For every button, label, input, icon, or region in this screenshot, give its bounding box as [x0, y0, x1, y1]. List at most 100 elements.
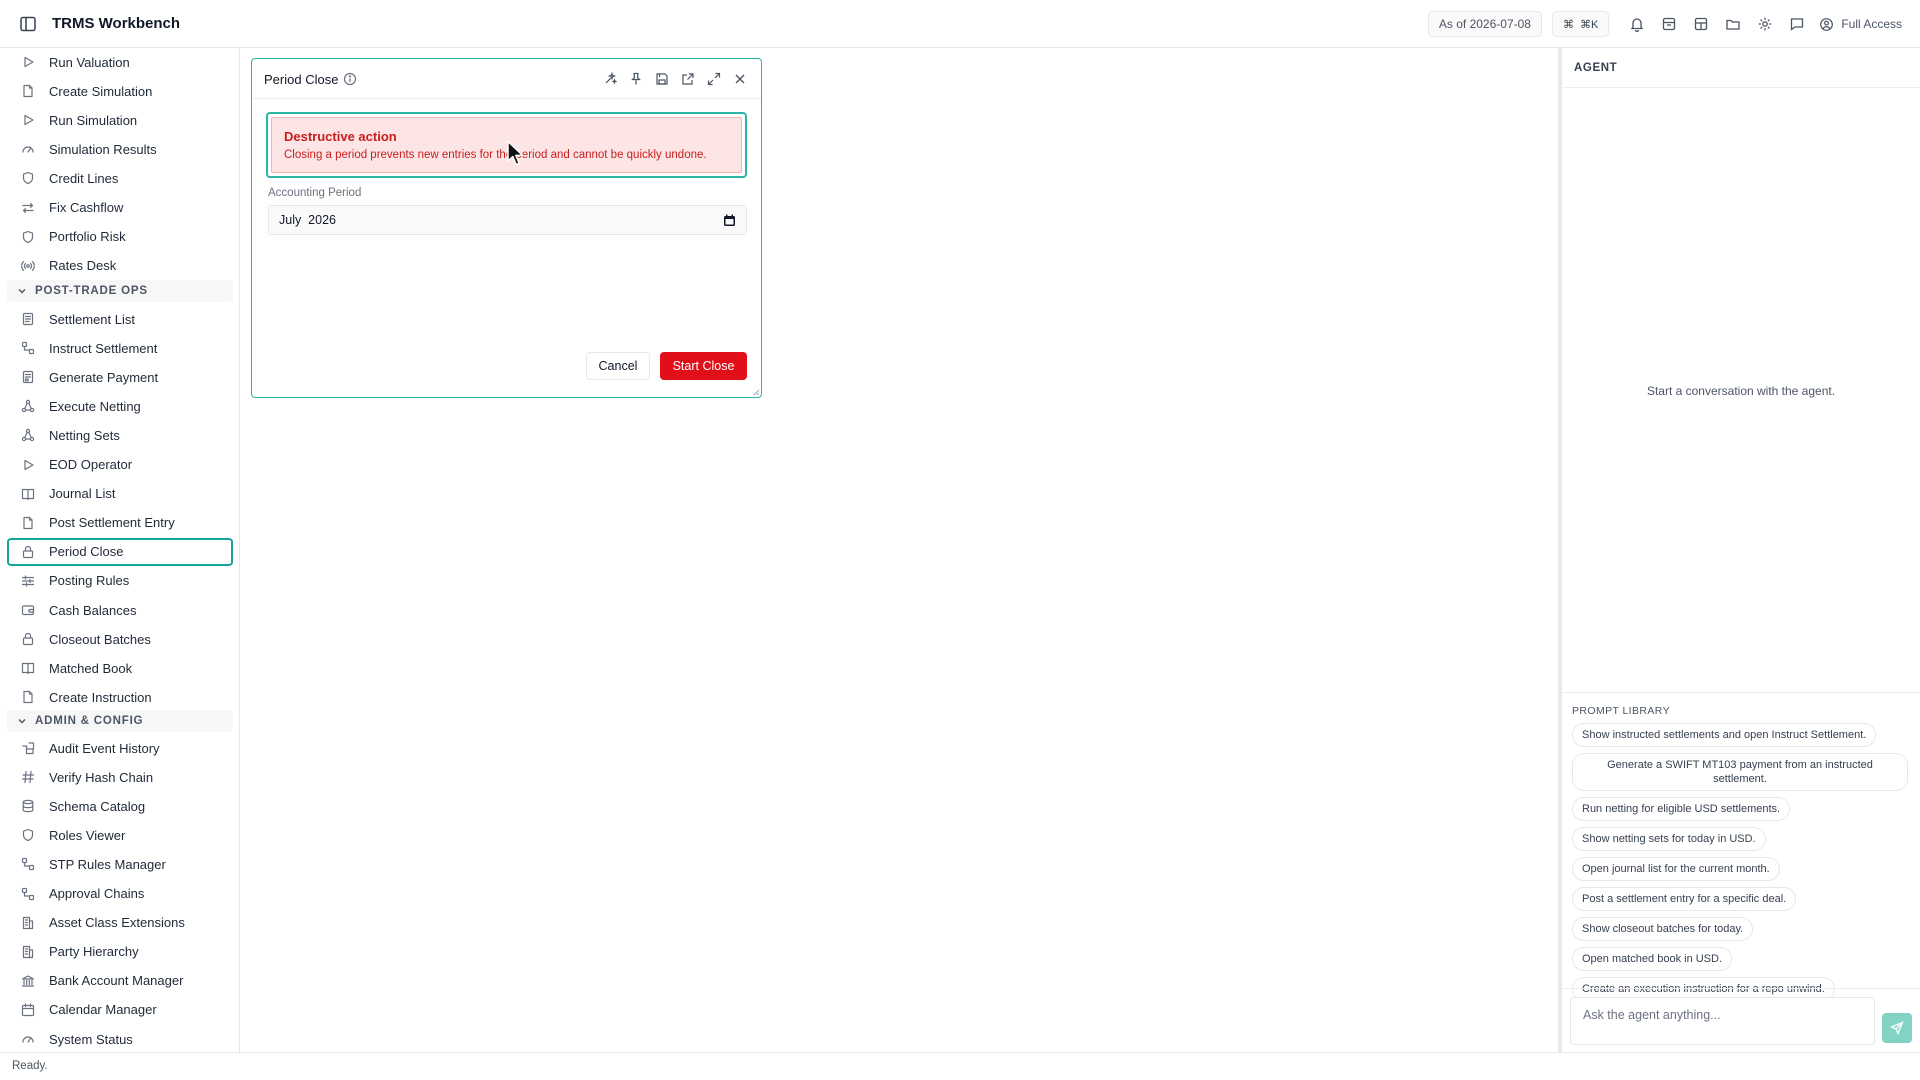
pin-icon[interactable] [623, 69, 649, 89]
info-icon[interactable] [343, 72, 357, 86]
agent-message-input[interactable] [1570, 997, 1875, 1045]
sidebar-item-label: Credit Lines [49, 170, 119, 186]
play-icon [21, 55, 35, 69]
sidebar-item-instruct-settlement[interactable]: Instruct Settlement [7, 334, 233, 362]
sidebar-item-execute-netting[interactable]: Execute Netting [7, 392, 233, 420]
send-icon [1890, 1021, 1904, 1035]
folder-icon[interactable] [1717, 11, 1749, 37]
section-post-trade-ops[interactable]: POST-TRADE OPS [7, 280, 233, 302]
sidebar-nav: Run Valuation Create Simulation Run Simula… [0, 48, 240, 1052]
sidebar-item-label: EOD Operator [49, 457, 133, 472]
sidebar-item-create-instruction[interactable]: Create Instruction [7, 683, 233, 711]
cancel-button[interactable]: Cancel [586, 352, 650, 380]
sidebar-item-run-valuation[interactable]: Run Valuation [7, 48, 233, 76]
shield-icon [21, 171, 35, 185]
sidebar-item-label: Party Hierarchy [49, 944, 139, 960]
sidebar-item-asset-class-extensions[interactable]: Asset Class Extensions [7, 909, 233, 937]
sidebar-item-run-simulation[interactable]: Run Simulation [7, 106, 233, 134]
send-button[interactable] [1882, 1013, 1912, 1043]
database-icon [21, 799, 35, 813]
resize-grip-icon[interactable] [752, 388, 760, 396]
sidebar-item-stp-rules-manager[interactable]: STP Rules Manager [7, 850, 233, 878]
sidebar-item-cash-balances[interactable]: Cash Balances [7, 596, 233, 624]
maximize-icon[interactable] [701, 69, 727, 89]
sidebar-item-closeout-batches[interactable]: Closeout Batches [7, 625, 233, 653]
sparkle-icon[interactable] [597, 69, 623, 89]
archive-icon[interactable] [1653, 11, 1685, 37]
section-label: ADMIN & CONFIG [35, 715, 144, 727]
sidebar-item-settlement-list[interactable]: Settlement List [7, 305, 233, 333]
sidebar-toggle-icon[interactable] [18, 14, 38, 34]
agent-header: AGENT [1562, 48, 1920, 88]
external-link-icon[interactable] [675, 69, 701, 89]
gear-icon[interactable] [1749, 11, 1781, 37]
list-icon [21, 312, 35, 326]
prompt-chip[interactable]: Run netting for eligible USD settlements… [1572, 797, 1791, 821]
sidebar-item-label: Create Simulation [49, 83, 153, 99]
save-icon[interactable] [649, 69, 675, 89]
sidebar-item-calendar-manager[interactable]: Calendar Manager [7, 996, 233, 1024]
sidebar-item-system-status[interactable]: System Status [7, 1025, 233, 1052]
close-icon[interactable] [727, 69, 753, 89]
gauge-icon [21, 142, 35, 156]
dialog-header[interactable]: Period Close [252, 59, 761, 99]
command-palette-button[interactable]: ⌘ ⌘K [1551, 11, 1610, 37]
sidebar-item-audit-event-history[interactable]: Audit Event History [7, 734, 233, 762]
shortcut-label: ⌘K [1579, 18, 1599, 31]
building-icon [21, 916, 35, 930]
accounting-period-input[interactable]: July 2026 [268, 205, 747, 235]
sidebar-item-rates-desk[interactable]: Rates Desk [7, 252, 233, 280]
sidebar-item-label: Bank Account Manager [49, 973, 184, 989]
prompt-chip[interactable]: Show closeout batches for today. [1572, 917, 1754, 941]
sidebar-item-fix-cashflow[interactable]: Fix Cashflow [7, 194, 233, 222]
sidebar-item-roles-viewer[interactable]: Roles Viewer [7, 821, 233, 849]
sidebar-item-verify-hash-chain[interactable]: Verify Hash Chain [7, 763, 233, 791]
prompt-chip[interactable]: Post a settlement entry for a specific d… [1572, 887, 1797, 911]
prompt-chip[interactable]: Open journal list for the current month. [1572, 857, 1780, 881]
user-circle-icon [1820, 17, 1834, 31]
sidebar-item-approval-chains[interactable]: Approval Chains [7, 880, 233, 908]
access-level-label: Full Access [1841, 17, 1902, 31]
layout-icon[interactable] [1685, 11, 1717, 37]
prompt-chip[interactable]: Show netting sets for today in USD. [1572, 827, 1766, 851]
sidebar-item-credit-lines[interactable]: Credit Lines [7, 164, 233, 192]
sidebar-item-period-close[interactable]: Period Close [7, 537, 233, 566]
start-close-button[interactable]: Start Close [660, 352, 747, 380]
prompt-chip[interactable]: Show instructed settlements and open Ins… [1572, 723, 1877, 747]
sidebar-item-label: Posting Rules [49, 573, 130, 589]
sidebar-item-generate-payment[interactable]: Generate Payment [7, 363, 233, 391]
calendar-icon[interactable] [723, 214, 736, 227]
sidebar-item-label: Calendar Manager [49, 1002, 157, 1018]
file-icon [21, 84, 35, 98]
sidebar-item-bank-account-manager[interactable]: Bank Account Manager [7, 967, 233, 995]
chevron-down-icon [18, 289, 26, 294]
gauge-icon [21, 1032, 35, 1046]
sidebar-item-eod-operator[interactable]: EOD Operator [7, 451, 233, 479]
prompt-library-title: PROMPT LIBRARY [1572, 705, 1670, 717]
prompt-chip[interactable]: Open matched book in USD. [1572, 947, 1733, 971]
sidebar-item-posting-rules[interactable]: Posting Rules [7, 567, 233, 595]
status-text: Ready. [12, 1060, 48, 1072]
agent-empty-state: Start a conversation with the agent. [1646, 384, 1836, 398]
sidebar-item-netting-sets[interactable]: Netting Sets [7, 421, 233, 449]
bell-icon[interactable] [1621, 11, 1653, 37]
prompt-chip[interactable]: Generate a SWIFT MT103 payment from an i… [1572, 753, 1908, 791]
as-of-date-chip[interactable]: As of 2026-07-08 [1427, 11, 1542, 37]
top-bar: TRMS Workbench As of 2026-07-08 ⌘ ⌘K Ful… [0, 0, 1920, 48]
command-key-icon: ⌘ [1562, 18, 1574, 31]
sidebar-item-journal-list[interactable]: Journal List [7, 480, 233, 508]
chat-icon[interactable] [1781, 11, 1813, 37]
calendar-icon [21, 1003, 35, 1017]
sidebar-item-portfolio-risk[interactable]: Portfolio Risk [7, 223, 233, 251]
sidebar-item-create-simulation[interactable]: Create Simulation [7, 77, 233, 105]
sidebar-item-party-hierarchy[interactable]: Party Hierarchy [7, 938, 233, 966]
arrows-icon [21, 201, 35, 215]
sidebar-item-simulation-results[interactable]: Simulation Results [7, 135, 233, 163]
access-level-menu[interactable]: Full Access [1819, 17, 1902, 32]
section-admin-config[interactable]: ADMIN & CONFIG [7, 710, 233, 732]
sidebar-item-matched-book[interactable]: Matched Book [7, 654, 233, 682]
sidebar-item-label: Instruct Settlement [49, 340, 158, 356]
sidebar-item-post-settlement-entry[interactable]: Post Settlement Entry [7, 509, 233, 537]
sidebar-item-schema-catalog[interactable]: Schema Catalog [7, 792, 233, 820]
lock-icon [21, 632, 35, 646]
